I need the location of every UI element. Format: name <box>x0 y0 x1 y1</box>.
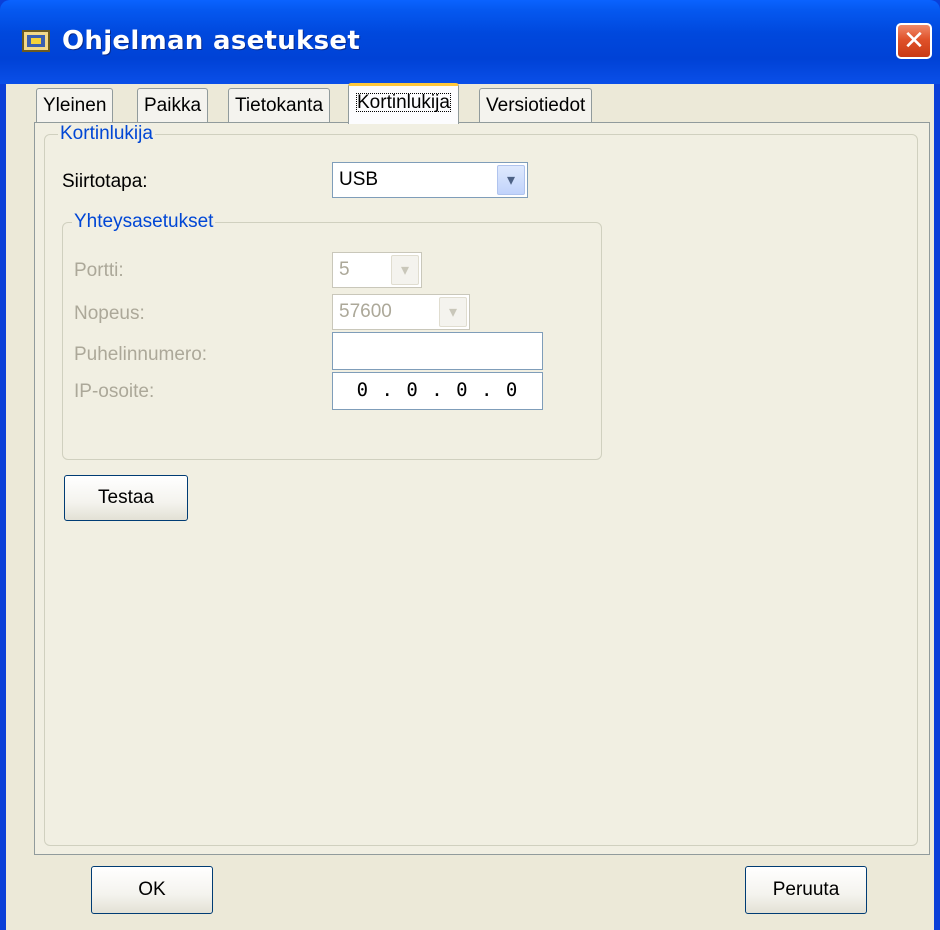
test-button[interactable]: Testaa <box>64 475 188 521</box>
tab-label: Versiotiedot <box>486 95 586 116</box>
close-icon: ✕ <box>903 26 925 56</box>
speed-select: 57600 ▾ <box>332 294 470 330</box>
ok-button-label: OK <box>138 879 166 900</box>
ip-address-field[interactable]: 0 . 0 . 0 . 0 <box>332 372 543 410</box>
connection-settings-group-title: Yhteysasetukset <box>72 211 216 233</box>
chevron-down-icon[interactable]: ▾ <box>497 165 525 195</box>
phone-number-field[interactable] <box>332 332 543 370</box>
ok-button[interactable]: OK <box>91 866 213 914</box>
dialog-window: Ohjelman asetukset ✕ Yleinen Paikka Tiet… <box>0 0 940 930</box>
tab-kortinlukija[interactable]: Kortinlukija <box>348 83 459 124</box>
window-title: Ohjelman asetukset <box>62 26 361 56</box>
ip-address-label: IP-osoite: <box>74 381 155 402</box>
port-select: 5 ▾ <box>332 252 422 288</box>
tab-paikka[interactable]: Paikka <box>137 88 209 122</box>
transfer-method-value: USB <box>339 169 379 190</box>
app-icon <box>22 30 50 52</box>
port-value: 5 <box>339 259 350 280</box>
phone-number-label: Puhelinnumero: <box>74 344 208 365</box>
chevron-down-icon: ▾ <box>439 297 467 327</box>
cancel-button[interactable]: Peruuta <box>745 866 867 914</box>
close-button[interactable]: ✕ <box>896 23 932 59</box>
tab-tietokanta[interactable]: Tietokanta <box>228 88 331 122</box>
tab-versiotiedot[interactable]: Versiotiedot <box>479 88 593 122</box>
transfer-method-select[interactable]: USB ▾ <box>332 162 528 198</box>
card-reader-group-title: Kortinlukija <box>58 123 155 145</box>
tab-label: Kortinlukija <box>355 92 451 113</box>
chevron-down-icon: ▾ <box>391 255 419 285</box>
tab-label: Paikka <box>144 95 202 116</box>
transfer-method-label: Siirtotapa: <box>62 171 148 192</box>
tab-label: Tietokanta <box>235 95 324 116</box>
tab-label: Yleinen <box>43 95 107 116</box>
test-button-label: Testaa <box>98 487 154 508</box>
tab-yleinen[interactable]: Yleinen <box>36 88 114 122</box>
speed-label: Nopeus: <box>74 303 145 324</box>
cancel-button-label: Peruuta <box>772 879 840 900</box>
speed-value: 57600 <box>339 301 392 322</box>
title-bar[interactable]: Ohjelman asetukset ✕ <box>0 0 940 84</box>
port-label: Portti: <box>74 260 124 281</box>
